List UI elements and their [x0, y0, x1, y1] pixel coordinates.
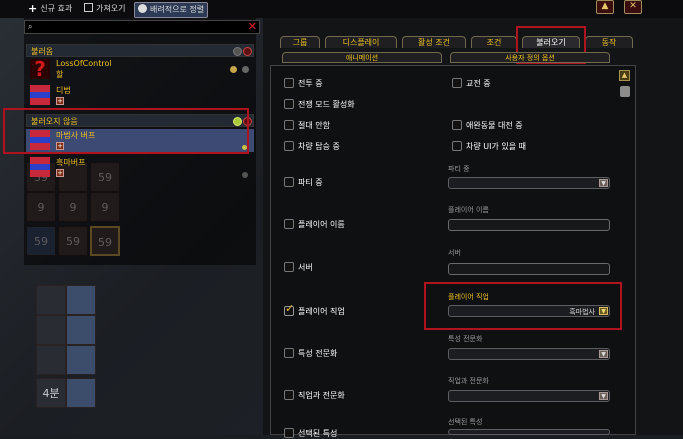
highlight-box-unloaded — [3, 108, 249, 154]
question-mark-icon: ? — [30, 59, 50, 79]
collapse-toggle-icon[interactable] — [243, 47, 252, 56]
spec-label: 특성 전문화 — [298, 349, 338, 358]
aura-item-sublabel: 할 — [56, 70, 64, 79]
collapse-button[interactable]: ▲ — [596, 0, 614, 14]
flag-icon — [30, 157, 50, 177]
close-button[interactable]: ✕ — [624, 0, 642, 14]
party-dropdown[interactable]: ▼ — [448, 177, 610, 189]
sort-icon — [138, 4, 147, 13]
plus-icon: + — [28, 2, 38, 15]
spec-field-label: 특성 전문화 — [448, 335, 483, 343]
add-icon[interactable]: + — [56, 97, 64, 105]
pvp-checkbox[interactable] — [452, 78, 462, 88]
talent-label: 선택된 특성 — [298, 429, 338, 438]
spec-checkbox[interactable] — [284, 348, 294, 358]
player-class-checkbox[interactable]: ✓ — [284, 302, 294, 316]
top-toolbar: + 신규 효과 가져오기 배려적으로 정렬 ▲ ✕ — [0, 0, 683, 18]
aura-item-label: 흑마버프 — [56, 158, 86, 167]
resting-checkbox[interactable] — [284, 120, 294, 130]
tab-animation[interactable]: 애니메이션 — [282, 52, 442, 63]
menu-icon[interactable] — [242, 66, 249, 73]
status-icon — [242, 172, 248, 178]
spec-dropdown[interactable]: ▼ — [448, 348, 610, 360]
server-checkbox[interactable] — [284, 262, 294, 272]
talent-dropdown[interactable] — [448, 429, 610, 435]
pvp-label: 교전 중 — [466, 79, 491, 88]
vehicle-ui-label: 차량 UI가 있을 때 — [466, 142, 527, 151]
new-effect-label: 신규 효과 — [40, 4, 73, 13]
warmode-label: 전쟁 모드 활성화 — [298, 100, 355, 109]
vehicle-checkbox[interactable] — [284, 141, 294, 151]
class-spec-label: 직업과 전문화 — [298, 391, 345, 400]
group-icon[interactable] — [230, 66, 237, 73]
combat-checkbox[interactable] — [284, 78, 294, 88]
party-label: 파티 중 — [298, 178, 323, 187]
search-input[interactable]: ⌕ ✕ — [24, 20, 260, 34]
talent-checkbox[interactable] — [284, 428, 294, 438]
sort-label: 배려적으로 정렬 — [150, 5, 205, 14]
sort-button[interactable]: 배려적으로 정렬 — [134, 2, 209, 18]
player-class-label: 플레이어 직업 — [298, 307, 345, 316]
aura-item-label: LossOfControl — [56, 59, 112, 68]
scroll-up-icon[interactable]: ▲ — [619, 70, 630, 81]
backdrop-cell — [36, 285, 66, 315]
server-input[interactable] — [448, 263, 610, 275]
aura-item-lossofcontrol[interactable]: ? LossOfControl 할 — [26, 58, 254, 81]
vehicle-ui-checkbox[interactable] — [452, 141, 462, 151]
party-checkbox[interactable] — [284, 177, 294, 187]
import-label: 가져오기 — [96, 4, 126, 13]
class-spec-dropdown[interactable]: ▼ — [448, 390, 610, 402]
chevron-down-icon[interactable]: ▼ — [599, 392, 608, 400]
import-icon — [84, 3, 93, 12]
add-icon[interactable]: + — [56, 169, 64, 177]
backdrop-cell — [36, 345, 66, 375]
aura-item-warlock-buff[interactable]: 흑마버프 + — [26, 156, 254, 179]
player-name-input[interactable] — [448, 219, 610, 231]
combat-label: 전투 중 — [298, 79, 323, 88]
backdrop-cell — [66, 345, 96, 375]
tab-actions[interactable]: 동작 — [585, 36, 633, 48]
tab-custom-options[interactable]: 사용자 정의 옵션 — [450, 52, 610, 63]
expand-toggle-icon[interactable] — [233, 47, 242, 56]
warmode-checkbox[interactable] — [284, 99, 294, 109]
pet-battle-checkbox[interactable] — [452, 120, 462, 130]
tab-trigger[interactable]: 활성 조건 — [402, 36, 466, 48]
scrollbar[interactable]: ▲ — [619, 70, 631, 98]
tab-conditions[interactable]: 조건 — [471, 36, 517, 48]
scroll-thumb[interactable] — [620, 86, 630, 97]
clear-search-icon[interactable]: ✕ — [248, 20, 257, 33]
search-icon: ⌕ — [28, 22, 33, 31]
class-spec-checkbox[interactable] — [284, 390, 294, 400]
player-name-label: 플레이어 이름 — [298, 220, 345, 229]
player-name-field-label: 플레이어 이름 — [448, 206, 489, 214]
aura-item-label: 디법 — [56, 86, 71, 95]
import-button[interactable]: 가져오기 — [81, 2, 128, 16]
group-header-label: 불러옴 — [31, 47, 54, 56]
server-field-label: 서버 — [448, 249, 461, 257]
player-name-checkbox[interactable] — [284, 219, 294, 229]
highlight-box-player-class — [424, 282, 622, 330]
pet-battle-label: 애완동물 대전 중 — [466, 121, 523, 130]
group-header-loaded[interactable]: 불러옴 — [26, 44, 254, 57]
aura-item-debuff[interactable]: 디법 + — [26, 84, 254, 107]
chevron-down-icon[interactable]: ▼ — [599, 350, 608, 358]
vehicle-label: 차량 탑승 중 — [298, 142, 340, 151]
backdrop-cell — [66, 315, 96, 345]
checkmark-icon: ✓ — [285, 302, 295, 315]
tab-display[interactable]: 디스플레이 — [325, 36, 397, 48]
party-field-label: 파티 중 — [448, 165, 470, 173]
new-effect-button[interactable]: + 신규 효과 — [25, 2, 75, 16]
backdrop-cell — [36, 315, 66, 345]
class-spec-field-label: 직업과 전문화 — [448, 377, 489, 385]
resting-label: 절대 안함 — [298, 121, 330, 130]
chevron-down-icon[interactable]: ▼ — [599, 179, 608, 187]
tab-group[interactable]: 그룹 — [280, 36, 320, 48]
backdrop-cell: 4분 — [36, 378, 66, 408]
server-label: 서버 — [298, 263, 313, 272]
backdrop-cell — [66, 285, 96, 315]
talent-field-label: 선택된 특성 — [448, 418, 483, 426]
backdrop-cell — [66, 378, 96, 408]
flag-icon — [30, 85, 50, 105]
